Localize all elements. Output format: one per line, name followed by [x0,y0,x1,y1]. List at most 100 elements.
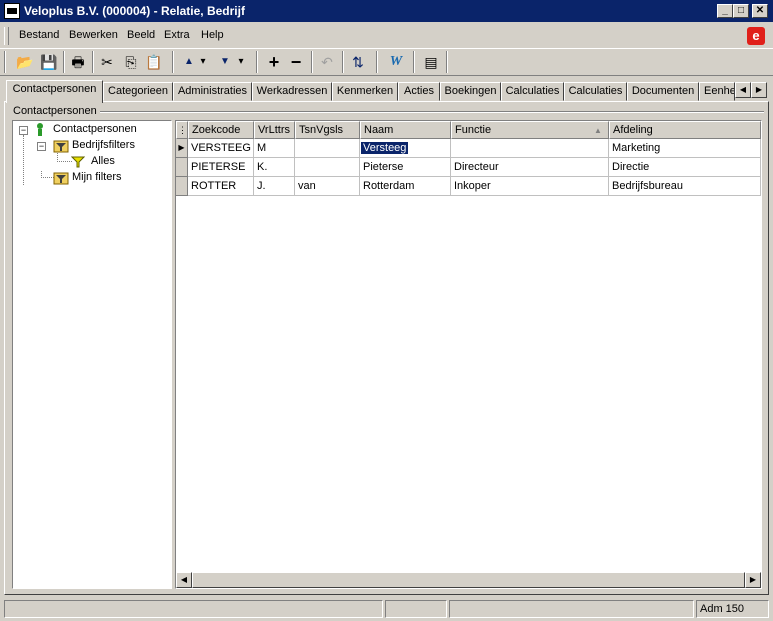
title-bar[interactable]: Veloplus B.V. (000004) - Relatie, Bedrij… [0,0,773,22]
arrow-down-icon[interactable]: ▼ [214,51,236,73]
cell-vrlttrs[interactable]: J. [254,177,295,196]
cell-zoekcode[interactable]: VERSTEEG [188,139,254,158]
dropdown-icon[interactable]: ▾ [196,51,210,73]
cell-zoekcode[interactable]: PIETERSE [188,158,254,177]
open-folder-icon[interactable]: 📂 [14,51,36,73]
cell-zoekcode[interactable]: ROTTER [188,177,254,196]
cell-naam[interactable]: Rotterdam [360,177,451,196]
row-indicator[interactable] [176,177,188,196]
toolbar-separator [311,51,313,73]
cell-naam[interactable]: Pieterse [360,158,451,177]
toolbar-separator [172,51,174,73]
tree-line [23,135,24,185]
cell-tsnvgsls[interactable] [295,139,360,158]
tree-item-contactpersonen[interactable]: Contactpersonen [53,123,137,135]
tab-calculaties-2[interactable]: Calculaties [564,82,627,101]
filter-folder-icon [53,140,69,153]
copy-icon[interactable]: ⎘ [120,51,142,73]
tab-kenmerken[interactable]: Kenmerken [332,82,398,101]
menu-extra[interactable]: Extra [164,29,190,41]
toolbar-separator [256,51,258,73]
layout-icon[interactable]: ▤ [420,51,442,73]
column-header-functie[interactable]: Functie ▲ [451,121,609,139]
dropdown-icon[interactable]: ▾ [234,51,248,73]
status-pane-3 [449,600,694,618]
status-pane-main [4,600,383,618]
row-indicator[interactable] [176,158,188,177]
toolbar-grip [4,51,6,73]
scroll-thumb[interactable] [192,572,745,588]
cut-icon[interactable]: ✂ [96,51,118,73]
tab-categorieen[interactable]: Categorieen [103,82,173,101]
refresh-icon[interactable]: ⇅ [347,51,369,73]
menu-beeld[interactable]: Beeld [127,29,155,41]
tree-item-mijn-filters[interactable]: Mijn filters [72,171,122,183]
cell-tsnvgsls[interactable] [295,158,360,177]
menu-bestand[interactable]: Bestand [19,29,59,41]
toolbar-separator [376,51,378,73]
cell-afdeling[interactable]: Bedrijfsbureau [609,177,761,196]
column-header-vrlttrs[interactable]: VrLttrs [254,121,295,139]
cell-tsnvgsls[interactable]: van [295,177,360,196]
menu-grip[interactable] [4,27,9,45]
paste-icon[interactable]: 📋 [143,51,165,73]
horizontal-scrollbar[interactable]: ◀ ▶ [176,572,761,588]
toolbar-separator [342,51,344,73]
add-icon[interactable]: + [263,51,285,73]
remove-icon[interactable]: − [285,51,307,73]
tab-boekingen[interactable]: Boekingen [440,82,501,101]
cell-functie[interactable]: Inkoper [451,177,609,196]
toolbar-separator [92,51,94,73]
tree-item-bedrijfsfilters[interactable]: Bedrijfsfilters [72,139,135,151]
undo-icon[interactable]: ↶ [316,51,338,73]
brand-logo-icon: e [747,27,765,45]
filter-folder-icon [53,172,69,185]
status-pane-2 [385,600,447,618]
group-label: Contactpersonen [13,105,97,117]
tab-administraties[interactable]: Administraties [173,82,252,101]
cell-afdeling[interactable]: Directie [609,158,761,177]
maximize-button[interactable]: □ [733,4,749,18]
cell-vrlttrs[interactable]: K. [254,158,295,177]
tab-contactpersonen[interactable]: Contactpersonen [6,80,103,103]
cell-functie[interactable]: Directeur [451,158,609,177]
tab-acties[interactable]: Acties [398,82,440,101]
current-row-icon[interactable]: ▶ [176,139,188,158]
tree-item-alles[interactable]: Alles [91,155,115,167]
save-icon[interactable]: 💾 [38,51,60,73]
group-divider [100,111,764,113]
column-header-functie-label: Functie [455,124,492,136]
tab-calculaties[interactable]: Calculaties [501,82,564,101]
tree-collapse-toggle[interactable]: − [19,126,28,135]
tab-scroll-right-button[interactable]: ▶ [751,82,767,98]
cell-vrlttrs[interactable]: M [254,139,295,158]
tab-documenten[interactable]: Documenten [627,82,699,101]
funnel-icon [71,156,85,168]
toolbar-separator [63,51,65,73]
word-icon[interactable]: W [385,51,407,73]
column-header-afdeling[interactable]: Afdeling [609,121,761,139]
menu-bewerken[interactable]: Bewerken [69,29,118,41]
column-header-zoekcode[interactable]: Zoekcode [188,121,254,139]
cell-afdeling[interactable]: Marketing [609,139,761,158]
scroll-right-button[interactable]: ▶ [745,572,761,588]
toolbar-separator [413,51,415,73]
tab-scroll-left-button[interactable]: ◀ [735,82,751,98]
minimize-button[interactable]: _ [717,4,733,18]
column-header-naam[interactable]: Naam [360,121,451,139]
close-button[interactable]: ✕ [752,4,768,18]
grid-corner-icon[interactable]: ⋮ [176,121,188,139]
tab-werkadressen[interactable]: Werkadressen [252,82,332,101]
cell-functie[interactable] [451,139,609,158]
window-title: Veloplus B.V. (000004) - Relatie, Bedrij… [24,4,245,18]
app-icon[interactable] [4,3,20,19]
print-icon[interactable]: 🖶 [67,51,89,73]
filter-tree[interactable]: − Contactpersonen − Bedrijfsfilters Alle… [12,120,172,589]
tree-line [57,153,72,162]
column-header-tsnvgsls[interactable]: TsnVgsls [295,121,360,139]
menu-help[interactable]: Help [201,29,224,41]
tree-collapse-toggle[interactable]: − [37,142,46,151]
tab-eenheden[interactable]: Eenhe [699,82,735,101]
scroll-left-button[interactable]: ◀ [176,572,192,588]
cell-naam-selected[interactable]: Versteeg [360,139,451,158]
